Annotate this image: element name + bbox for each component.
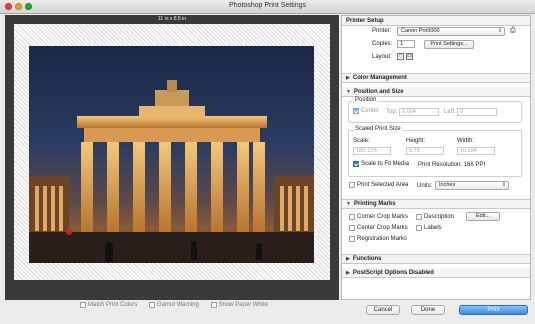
left-label: Left: (444, 109, 456, 115)
color-management-title: Color Management (352, 75, 407, 81)
corner-crop-marks-checkbox[interactable]: Corner Crop Marks (349, 214, 408, 220)
edit-button[interactable]: Edit... (466, 212, 500, 221)
disclosure-collapsed-icon: ▶ (346, 256, 350, 262)
checkbox-box[interactable] (349, 182, 355, 188)
registration-marks-label: Registration Marks (357, 236, 408, 242)
layout-label: Layout: (372, 54, 392, 60)
title-bar: Photoshop Print Settings (0, 0, 535, 14)
printing-marks-header[interactable]: ▼ Printing Marks (342, 199, 530, 209)
scaled-print-size-title: Scaled Print Size (354, 126, 402, 132)
width-field[interactable]: 10.194 (457, 147, 495, 155)
gamut-warning-checkbox[interactable]: Gamut Warning (149, 302, 199, 308)
paper-preview (14, 24, 330, 280)
copies-field[interactable]: 1 (397, 40, 415, 48)
units-value: Inches (439, 182, 456, 188)
corner-crop-marks-label: Corner Crop Marks (357, 214, 409, 220)
printer-select[interactable]: Canon Pro9000 ⇕ (397, 27, 505, 36)
printer-setup-header: Printer Setup (342, 16, 530, 26)
print-selected-area-checkbox[interactable]: Print Selected Area (349, 182, 408, 188)
functions-title: Functions (352, 256, 382, 262)
checkbox-box[interactable] (349, 225, 355, 231)
checkbox-box[interactable] (416, 225, 422, 231)
paper-size-label: 11 in x 8.5 in (158, 16, 186, 22)
printer-setup-title: Printer Setup (346, 17, 384, 24)
disclosure-collapsed-icon: ▶ (346, 75, 350, 81)
printer-icon[interactable]: ⎙ (510, 27, 516, 35)
labels-label: Labels (424, 225, 442, 231)
position-group-title: Position (354, 97, 378, 103)
preview-options: Match Print Colors Gamut Warning Show Pa… (80, 302, 340, 312)
chevron-updown-icon: ⇕ (497, 28, 502, 34)
printing-marks-title: Printing Marks (353, 201, 396, 207)
done-button[interactable]: Done (411, 305, 445, 315)
checkbox-box[interactable] (416, 214, 422, 220)
position-size-header[interactable]: ▼ Position and Size (342, 87, 530, 97)
print-resolution-text: Print Resolution: 166 PPI (418, 162, 486, 168)
copies-label: Copies: (372, 41, 393, 47)
position-size-title: Position and Size (353, 88, 404, 95)
gamut-warning-label: Gamut Warning (157, 302, 199, 308)
color-management-header[interactable]: ▶ Color Management (342, 73, 530, 83)
preview-photo[interactable] (29, 46, 314, 263)
scale-field[interactable]: 180.11% (353, 147, 391, 155)
print-selected-area-label: Print Selected Area (357, 182, 409, 188)
checkbox-box[interactable] (349, 214, 355, 220)
window-title: Photoshop Print Settings (228, 2, 307, 9)
print-button[interactable]: Print (459, 305, 528, 315)
match-print-colors-checkbox[interactable]: Match Print Colors (80, 302, 137, 308)
chevron-updown-icon: ⇕ (501, 182, 506, 188)
height-label: Height: (406, 138, 426, 144)
postscript-options-header[interactable]: ▶ PostScript Options Disabled (342, 268, 530, 278)
print-preview-pane: 11 in x 8.5 in (5, 15, 339, 300)
print-settings-button[interactable]: Print Settings... (424, 40, 474, 49)
brandenburg-gate-image (29, 80, 314, 263)
checkbox-box[interactable] (80, 302, 86, 308)
functions-header[interactable]: ▶ Functions (342, 254, 530, 264)
match-print-colors-label: Match Print Colors (88, 302, 138, 308)
scale-label: Scale: (353, 138, 370, 144)
center-crop-marks-label: Center Crop Marks (357, 225, 408, 231)
postscript-options-title: PostScript Options Disabled (352, 269, 434, 276)
disclosure-expanded-icon: ▼ (346, 201, 351, 207)
units-select[interactable]: Inches ⇕ (435, 181, 509, 190)
center-label: Center (361, 108, 380, 114)
scale-to-fit-media-checkbox[interactable]: Scale to Fit Media (353, 161, 409, 167)
portrait-layout-icon[interactable]: ▯ (397, 53, 404, 60)
description-label: Description (424, 214, 455, 220)
scale-to-fit-media-label: Scale to Fit Media (361, 161, 410, 167)
description-checkbox[interactable]: Description (416, 214, 454, 220)
checkbox-box[interactable] (353, 161, 359, 167)
show-paper-white-checkbox[interactable]: Show Paper White (210, 302, 269, 308)
checkbox-box[interactable] (149, 302, 156, 308)
checkbox-box[interactable] (210, 302, 217, 308)
disclosure-expanded-icon: ▼ (346, 88, 351, 95)
top-field[interactable]: 0.604 (399, 108, 439, 116)
top-label: Top: (386, 109, 398, 115)
disclosure-collapsed-icon: ▶ (346, 269, 350, 276)
checkbox-box[interactable] (349, 236, 355, 242)
left-field[interactable]: 0 (457, 108, 497, 116)
center-crop-marks-checkbox[interactable]: Center Crop Marks (349, 225, 408, 231)
height-field[interactable]: 6.79 (406, 147, 444, 155)
printer-value: Canon Pro9000 (401, 28, 440, 34)
width-label: Width: (457, 138, 475, 144)
show-paper-white-label: Show Paper White (218, 302, 269, 308)
landscape-layout-icon[interactable]: ▭ (406, 53, 413, 60)
registration-marks-checkbox[interactable]: Registration Marks (349, 236, 407, 242)
labels-checkbox[interactable]: Labels (416, 225, 442, 231)
units-label: Units: (417, 183, 433, 189)
center-checkbox[interactable]: Center (353, 108, 379, 114)
checkbox-box[interactable] (353, 108, 359, 114)
printer-label: Printer: (372, 28, 392, 34)
settings-panel: Printer Setup Printer: Canon Pro9000 ⇕ ⎙ … (341, 15, 531, 300)
cancel-button[interactable]: Cancel (366, 305, 400, 315)
